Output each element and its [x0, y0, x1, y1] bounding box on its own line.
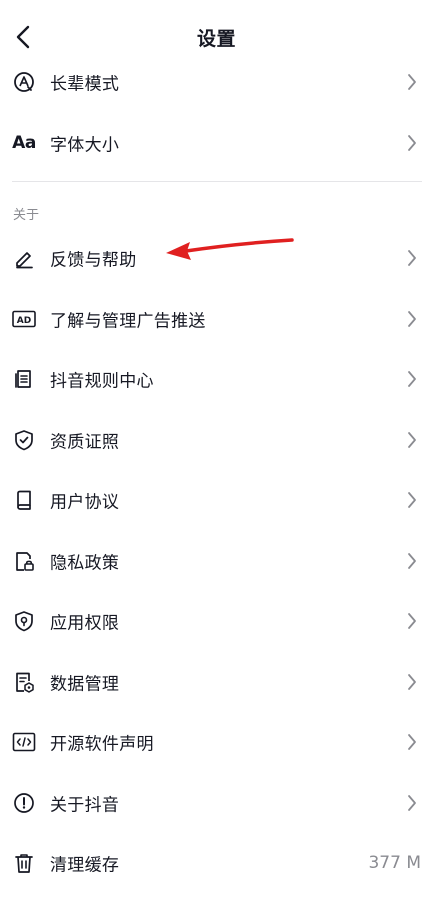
settings-row-label: 抖音规则中心 — [50, 371, 154, 392]
settings-row-elder-mode[interactable]: 长辈模式 — [0, 52, 433, 112]
settings-row-label: 用户协议 — [50, 492, 120, 513]
settings-row-label: 长辈模式 — [50, 74, 120, 95]
settings-row-label: 开源软件声明 — [50, 734, 154, 755]
privacy-lock-icon — [12, 549, 36, 573]
settings-row-ad-management[interactable]: AD 了解与管理广告推送 — [0, 289, 433, 349]
settings-row-label: 关于抖音 — [50, 795, 120, 816]
settings-row-qualifications[interactable]: 资质证照 — [0, 410, 433, 470]
settings-row-label: 数据管理 — [50, 674, 120, 695]
chevron-right-icon — [408, 371, 416, 387]
page-title: 设置 — [196, 28, 236, 50]
chevron-right-icon — [408, 74, 416, 90]
chevron-right-icon — [408, 432, 416, 448]
chevron-right-icon — [408, 553, 416, 569]
settings-row-rules-center[interactable]: 抖音规则中心 — [0, 349, 433, 409]
settings-row-user-agreement[interactable]: 用户协议 — [0, 470, 433, 530]
settings-row-about-douyin[interactable]: 关于抖音 — [0, 773, 433, 833]
chevron-right-icon — [408, 250, 416, 266]
chevron-right-icon — [408, 311, 416, 327]
elder-mode-icon — [12, 70, 36, 94]
settings-row-font-size[interactable]: Aa 字体大小 — [0, 113, 433, 173]
settings-row-label: 应用权限 — [50, 613, 120, 634]
settings-row-label: 了解与管理广告推送 — [50, 311, 206, 332]
chevron-right-icon — [408, 734, 416, 750]
settings-row-label: 资质证照 — [50, 432, 120, 453]
section-divider — [12, 181, 422, 182]
trash-icon — [12, 851, 36, 875]
chevron-right-icon — [408, 492, 416, 508]
settings-row-clear-cache[interactable]: 清理缓存 377 M — [0, 833, 433, 893]
settings-row-feedback-help[interactable]: 反馈与帮助 — [0, 228, 433, 288]
ad-icon-text: AD — [17, 316, 31, 326]
settings-row-data-management[interactable]: 数据管理 — [0, 652, 433, 712]
settings-row-label: 反馈与帮助 — [50, 250, 137, 271]
rules-document-icon — [12, 367, 36, 391]
data-management-icon — [12, 670, 36, 694]
code-icon — [12, 730, 36, 754]
settings-row-label: 隐私政策 — [50, 553, 120, 574]
chevron-right-icon — [408, 613, 416, 629]
book-icon — [12, 488, 36, 512]
chevron-right-icon — [408, 135, 416, 151]
shield-check-icon — [12, 428, 36, 452]
pencil-icon — [12, 246, 36, 270]
section-label-about: 关于 — [13, 208, 40, 223]
settings-row-open-source[interactable]: 开源软件声明 — [0, 712, 433, 772]
settings-row-label: 清理缓存 — [50, 855, 120, 876]
info-icon — [12, 791, 36, 815]
settings-row-label: 字体大小 — [50, 135, 120, 156]
cache-size-value: 377 M — [368, 853, 421, 873]
settings-row-privacy-policy[interactable]: 隐私政策 — [0, 531, 433, 591]
font-size-icon: Aa — [12, 133, 36, 153]
chevron-right-icon — [408, 795, 416, 811]
permission-shield-icon — [12, 609, 36, 633]
chevron-right-icon — [408, 674, 416, 690]
ad-icon: AD — [12, 307, 36, 331]
settings-row-app-permissions[interactable]: 应用权限 — [0, 591, 433, 651]
